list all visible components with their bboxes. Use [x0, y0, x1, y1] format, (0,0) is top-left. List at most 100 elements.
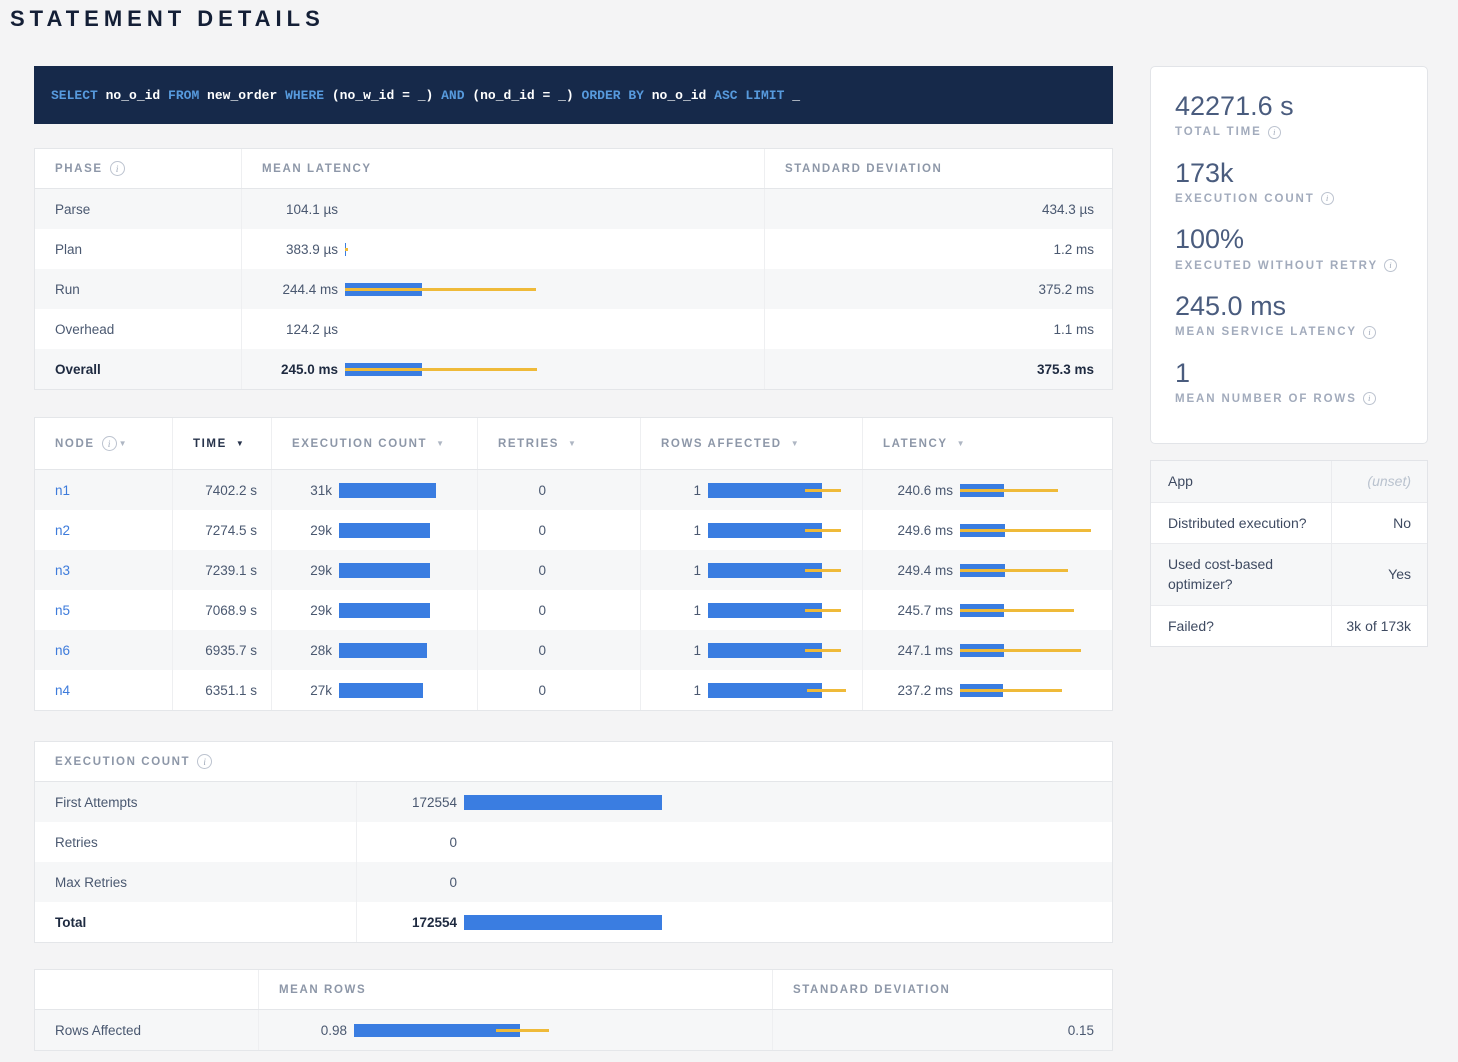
info-icon[interactable]: i [197, 754, 212, 769]
mean-rows-column-header[interactable]: MEAN ROWS [258, 970, 772, 1009]
standard-deviation-value: 0.15 [1068, 1023, 1094, 1038]
stat-label: MEAN NUMBER OF ROWSi [1175, 392, 1403, 405]
stddev-bar [960, 489, 1058, 492]
standard-deviation-value: 1.2 ms [1053, 242, 1094, 257]
time-cell: 7274.5 s [172, 510, 271, 550]
info-icon[interactable]: i [1321, 192, 1334, 205]
execution-count-value-cell-value: 0 [365, 875, 457, 890]
latency-column-header[interactable]: LATENCY ▼ [862, 418, 1114, 469]
mean-rows-header-label: MEAN ROWS [279, 984, 366, 996]
empty-column-header [35, 970, 258, 1009]
rows-affected-column-header[interactable]: ROWS AFFECTED ▼ [640, 418, 862, 469]
rows-affected-row: Rows Affected0.980.15 [35, 1010, 1112, 1050]
node-cell: n1 [35, 470, 172, 510]
standard-deviation-cell: 434.3 µs [764, 189, 1114, 229]
bar-track [960, 603, 1102, 618]
info-icon[interactable]: i [1363, 326, 1376, 339]
info-icon[interactable]: i [1268, 126, 1281, 139]
standard-deviation-column-header[interactable]: STANDARD DEVIATION [764, 149, 1114, 188]
mean-latency-cell-value: 244.4 ms [250, 282, 338, 297]
sort-arrow-icon[interactable]: ▼ [436, 439, 446, 448]
retries-value: 0 [486, 523, 546, 538]
sort-arrow-icon[interactable]: ▼ [791, 439, 801, 448]
info-icon[interactable]: i [1384, 259, 1397, 272]
rows-affected-cell-value: 1 [649, 603, 701, 618]
node-link[interactable]: n6 [55, 643, 70, 658]
retries-value: 0 [486, 483, 546, 498]
stddev-bar [805, 609, 842, 612]
sort-arrow-icon[interactable]: ▼ [957, 439, 967, 448]
standard-deviation-value: 375.2 ms [1038, 282, 1094, 297]
stddev-bar [805, 649, 842, 652]
execution-count-value-cell: 0 [356, 822, 1114, 862]
rows-affected-cell-value: 1 [649, 643, 701, 658]
attribute-row: App(unset) [1151, 461, 1427, 502]
execution-count-value-cell-value: 0 [365, 835, 457, 850]
info-icon[interactable]: i [110, 161, 125, 176]
time-column-header[interactable]: TIME ▼ [172, 418, 271, 469]
standard-deviation-column-header[interactable]: STANDARD DEVIATION [772, 970, 1114, 1009]
execution-count-value-cell: 0 [356, 862, 1114, 902]
stat-label-text: EXECUTED WITHOUT RETRY [1175, 260, 1378, 272]
stat-value: 173k [1175, 159, 1403, 189]
sql-token: FROM [160, 88, 199, 103]
stat-label-text: MEAN SERVICE LATENCY [1175, 326, 1357, 338]
bar-track [464, 795, 1102, 810]
node-link[interactable]: n4 [55, 683, 70, 698]
bar-track [339, 643, 465, 658]
time-value: 7274.5 s [205, 523, 257, 538]
execution-count-label: Retries [35, 822, 356, 862]
sort-arrow-icon[interactable]: ▼ [568, 439, 578, 448]
standard-deviation-header-label: STANDARD DEVIATION [785, 163, 942, 175]
retries-value: 0 [486, 643, 546, 658]
node-link[interactable]: n5 [55, 603, 70, 618]
bar-track [708, 563, 850, 578]
standard-deviation-cell: 0.15 [772, 1010, 1114, 1050]
bar-track [464, 875, 1102, 890]
retries-column-header[interactable]: RETRIES ▼ [477, 418, 640, 469]
execution-count-label: Max Retries [35, 862, 356, 902]
stddev-bar [960, 529, 1091, 532]
phase-column-header[interactable]: PHASE i [35, 149, 241, 188]
bar-track [960, 563, 1102, 578]
node-link[interactable]: n3 [55, 563, 70, 578]
node-link[interactable]: n2 [55, 523, 70, 538]
sort-arrow-icon[interactable]: ▼ [119, 439, 129, 448]
mean-latency-column-header[interactable]: MEAN LATENCY [241, 149, 764, 188]
standard-deviation-header-label: STANDARD DEVIATION [793, 984, 950, 996]
bar-track [960, 523, 1102, 538]
execution-count-cell-value: 28k [280, 643, 332, 658]
info-icon[interactable]: i [102, 436, 117, 451]
execution-count-row: First Attempts172554 [35, 782, 1112, 822]
bar-track [345, 362, 752, 377]
execution-count-column-header[interactable]: EXECUTION COUNT ▼ [271, 418, 477, 469]
bar-track [708, 483, 850, 498]
node-column-header[interactable]: NODE i ▼ [35, 418, 172, 469]
stddev-bar [345, 368, 537, 371]
mean-bar [339, 563, 430, 578]
node-table-row: n66935.7 s28k01247.1 ms [35, 630, 1112, 670]
rows-affected-table: MEAN ROWS STANDARD DEVIATION Rows Affect… [34, 969, 1113, 1051]
stddev-bar [960, 689, 1062, 692]
standard-deviation-value: 434.3 µs [1042, 202, 1094, 217]
node-link[interactable]: n1 [55, 483, 70, 498]
sql-token: AND [433, 88, 464, 103]
attribute-row: Failed?3k of 173k [1151, 606, 1427, 646]
info-icon[interactable]: i [1363, 392, 1376, 405]
node-table: NODE i ▼ TIME ▼ EXECUTION COUNT ▼ RETRIE… [34, 417, 1113, 711]
execution-count-cell: 27k [271, 670, 477, 710]
mean-latency-cell: 104.1 µs [241, 189, 764, 229]
sort-arrow-icon[interactable]: ▼ [236, 439, 246, 448]
phase-table-row: Overall245.0 ms375.3 ms [35, 349, 1112, 389]
time-value: 7239.1 s [205, 563, 257, 578]
mean-latency-cell: 124.2 µs [241, 309, 764, 349]
mean-bar [339, 523, 430, 538]
mean-latency-cell-value: 383.9 µs [250, 242, 338, 257]
execution-count-cell: 29k [271, 590, 477, 630]
stat-value: 100% [1175, 225, 1403, 255]
attribute-value: (unset) [1331, 461, 1427, 501]
summary-stat: 173kEXECUTION COUNTi [1175, 159, 1403, 206]
stddev-bar [345, 288, 536, 291]
summary-stat: 42271.6 sTOTAL TIMEi [1175, 92, 1403, 139]
execution-count-row: Retries 0 [35, 822, 1112, 862]
